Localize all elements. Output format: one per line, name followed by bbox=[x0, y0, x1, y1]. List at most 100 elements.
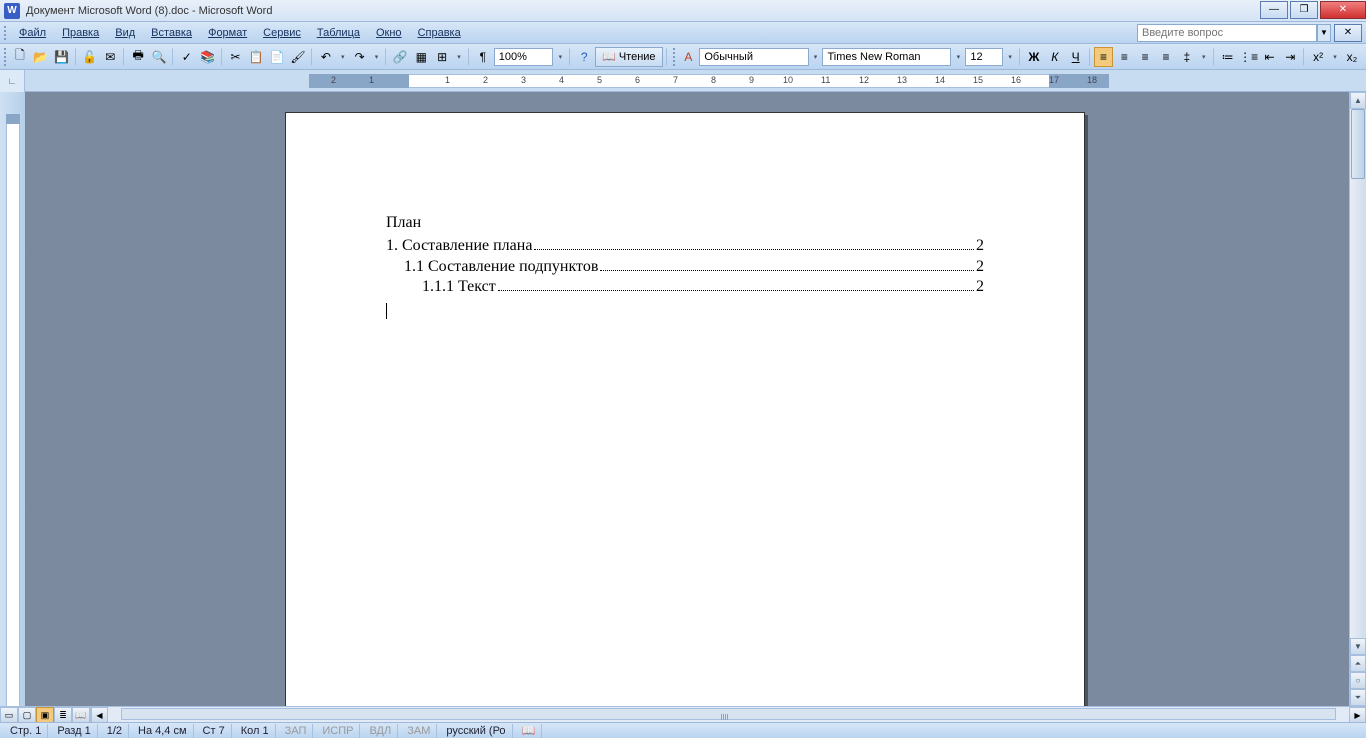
status-language[interactable]: русский (Ро bbox=[440, 724, 512, 738]
help-search-input[interactable] bbox=[1137, 24, 1317, 42]
align-right-icon[interactable]: ≡ bbox=[1135, 47, 1155, 67]
status-at[interactable]: На 4,4 см bbox=[132, 724, 194, 738]
ms-help-icon[interactable]: ? bbox=[574, 47, 594, 67]
hscroll-thumb[interactable] bbox=[121, 708, 1336, 720]
hyperlink-icon[interactable]: 🔗 bbox=[390, 47, 410, 67]
scroll-thumb[interactable] bbox=[1351, 109, 1365, 179]
zoom-input[interactable]: 100% bbox=[494, 48, 554, 66]
copy-icon[interactable]: 📋 bbox=[246, 47, 266, 67]
status-ext[interactable]: ВДЛ bbox=[363, 724, 398, 738]
outline-view-icon[interactable]: ≣ bbox=[54, 707, 72, 723]
underline-icon[interactable]: Ч bbox=[1066, 47, 1086, 67]
style-dropdown-icon[interactable]: ▾ bbox=[810, 47, 822, 67]
new-doc-icon[interactable]: 🗋 bbox=[10, 47, 30, 67]
status-col[interactable]: Кол 1 bbox=[235, 724, 276, 738]
align-left-icon[interactable]: ≡ bbox=[1094, 47, 1114, 67]
document-viewport[interactable]: План 1. Составление плана 2 1.1 Составле… bbox=[25, 92, 1349, 706]
font-size-selector[interactable]: 12 bbox=[965, 48, 1003, 66]
show-formatting-icon[interactable]: ¶ bbox=[473, 47, 493, 67]
toolbar-grip-icon[interactable] bbox=[673, 48, 676, 66]
open-icon[interactable]: 📂 bbox=[31, 47, 51, 67]
menu-file[interactable]: Файл bbox=[11, 25, 54, 41]
tab-selector-icon[interactable]: ∟ bbox=[0, 70, 25, 92]
print-icon[interactable]: 🖶 bbox=[128, 47, 148, 67]
menu-edit[interactable]: Правка bbox=[54, 25, 107, 41]
help-dropdown-icon[interactable]: ▼ bbox=[1317, 24, 1331, 42]
scroll-track[interactable] bbox=[1350, 109, 1366, 655]
line-spacing-icon[interactable]: ‡ bbox=[1177, 47, 1197, 67]
menu-table[interactable]: Таблица bbox=[309, 25, 368, 41]
page[interactable]: План 1. Составление плана 2 1.1 Составле… bbox=[285, 112, 1085, 706]
bullets-icon[interactable]: ⋮≡ bbox=[1239, 47, 1259, 67]
horizontal-scrollbar[interactable]: ◀ ▶ bbox=[90, 707, 1366, 722]
minimize-button[interactable]: — bbox=[1260, 1, 1288, 19]
cut-icon[interactable]: ✂ bbox=[226, 47, 246, 67]
tables-borders-icon[interactable]: ▦ bbox=[411, 47, 431, 67]
line-spacing-dropdown-icon[interactable]: ▾ bbox=[1198, 47, 1210, 67]
scroll-up-icon[interactable]: ▲ bbox=[1350, 92, 1366, 109]
research-icon[interactable]: 📚 bbox=[198, 47, 218, 67]
reading-layout-button[interactable]: 📖 Чтение bbox=[595, 47, 662, 67]
increase-indent-icon[interactable]: ⇥ bbox=[1280, 47, 1300, 67]
table-dropdown-icon[interactable]: ▾ bbox=[453, 47, 465, 67]
font-dropdown-icon[interactable]: ▾ bbox=[952, 47, 964, 67]
status-spellcheck-icon[interactable]: 📖 bbox=[516, 724, 543, 738]
undo-dropdown-icon[interactable]: ▾ bbox=[337, 47, 349, 67]
bold-icon[interactable]: Ж bbox=[1024, 47, 1044, 67]
styles-task-pane-icon[interactable]: A bbox=[679, 47, 699, 67]
print-preview-icon[interactable]: 🔍 bbox=[149, 47, 169, 67]
maximize-button[interactable]: ❐ bbox=[1290, 1, 1318, 19]
page-content[interactable]: План 1. Составление плана 2 1.1 Составле… bbox=[286, 113, 1084, 322]
status-pages[interactable]: 1/2 bbox=[101, 724, 129, 738]
save-icon[interactable]: 💾 bbox=[52, 47, 72, 67]
spellcheck-icon[interactable]: ✓ bbox=[177, 47, 197, 67]
next-page-icon[interactable]: ⏷ bbox=[1350, 689, 1366, 706]
menu-insert[interactable]: Вставка bbox=[143, 25, 200, 41]
normal-view-icon[interactable]: ▭ bbox=[0, 707, 18, 723]
paste-icon[interactable]: 📄 bbox=[267, 47, 287, 67]
toolbar-grip-icon[interactable] bbox=[4, 26, 7, 40]
vertical-scrollbar[interactable]: ▲ ▼ ⏶ ○ ⏷ bbox=[1349, 92, 1366, 706]
align-justify-icon[interactable]: ≡ bbox=[1156, 47, 1176, 67]
menu-format[interactable]: Формат bbox=[200, 25, 255, 41]
scroll-left-icon[interactable]: ◀ bbox=[91, 707, 108, 723]
menu-view[interactable]: Вид bbox=[107, 25, 143, 41]
scroll-right-icon[interactable]: ▶ bbox=[1349, 707, 1366, 723]
horizontal-ruler[interactable]: 2 1 1 2 3 4 5 6 7 8 9 10 11 12 13 14 15 … bbox=[25, 70, 1366, 91]
print-layout-view-icon[interactable]: ▣ bbox=[36, 707, 54, 723]
subscript-icon[interactable]: x₂ bbox=[1342, 47, 1362, 67]
font-size-dropdown-icon[interactable]: ▾ bbox=[1004, 47, 1016, 67]
status-rec[interactable]: ЗАП bbox=[279, 724, 314, 738]
status-section[interactable]: Разд 1 bbox=[51, 724, 97, 738]
font-selector[interactable]: Times New Roman bbox=[822, 48, 951, 66]
status-ovr[interactable]: ЗАМ bbox=[401, 724, 437, 738]
menu-tools[interactable]: Сервис bbox=[255, 25, 309, 41]
redo-dropdown-icon[interactable]: ▾ bbox=[371, 47, 383, 67]
status-line[interactable]: Ст 7 bbox=[197, 724, 232, 738]
decrease-indent-icon[interactable]: ⇤ bbox=[1260, 47, 1280, 67]
reading-view-icon[interactable]: 📖 bbox=[72, 707, 90, 723]
mail-icon[interactable]: ✉ bbox=[100, 47, 120, 67]
status-page[interactable]: Стр. 1 bbox=[4, 724, 48, 738]
format-painter-icon[interactable]: 🖌 bbox=[288, 47, 308, 67]
insert-table-icon[interactable]: ⊞ bbox=[432, 47, 452, 67]
style-selector[interactable]: Обычный bbox=[699, 48, 808, 66]
status-trk[interactable]: ИСПР bbox=[316, 724, 360, 738]
close-button[interactable]: ✕ bbox=[1320, 1, 1366, 19]
menu-window[interactable]: Окно bbox=[368, 25, 410, 41]
border-dropdown-icon[interactable]: ▾ bbox=[1329, 47, 1341, 67]
redo-icon[interactable]: ↷ bbox=[350, 47, 370, 67]
align-center-icon[interactable]: ≡ bbox=[1114, 47, 1134, 67]
prev-page-icon[interactable]: ⏶ bbox=[1350, 655, 1366, 672]
doc-close-button[interactable]: ✕ bbox=[1334, 24, 1362, 42]
vertical-ruler[interactable] bbox=[0, 92, 25, 706]
web-view-icon[interactable]: ▢ bbox=[18, 707, 36, 723]
numbering-icon[interactable]: ≔ bbox=[1218, 47, 1238, 67]
menu-help[interactable]: Справка bbox=[410, 25, 469, 41]
superscript-icon[interactable]: x² bbox=[1308, 47, 1328, 67]
toolbar-grip-icon[interactable] bbox=[4, 48, 7, 66]
permission-icon[interactable]: 🔓 bbox=[80, 47, 100, 67]
italic-icon[interactable]: К bbox=[1045, 47, 1065, 67]
undo-icon[interactable]: ↶ bbox=[316, 47, 336, 67]
scroll-down-icon[interactable]: ▼ bbox=[1350, 638, 1366, 655]
